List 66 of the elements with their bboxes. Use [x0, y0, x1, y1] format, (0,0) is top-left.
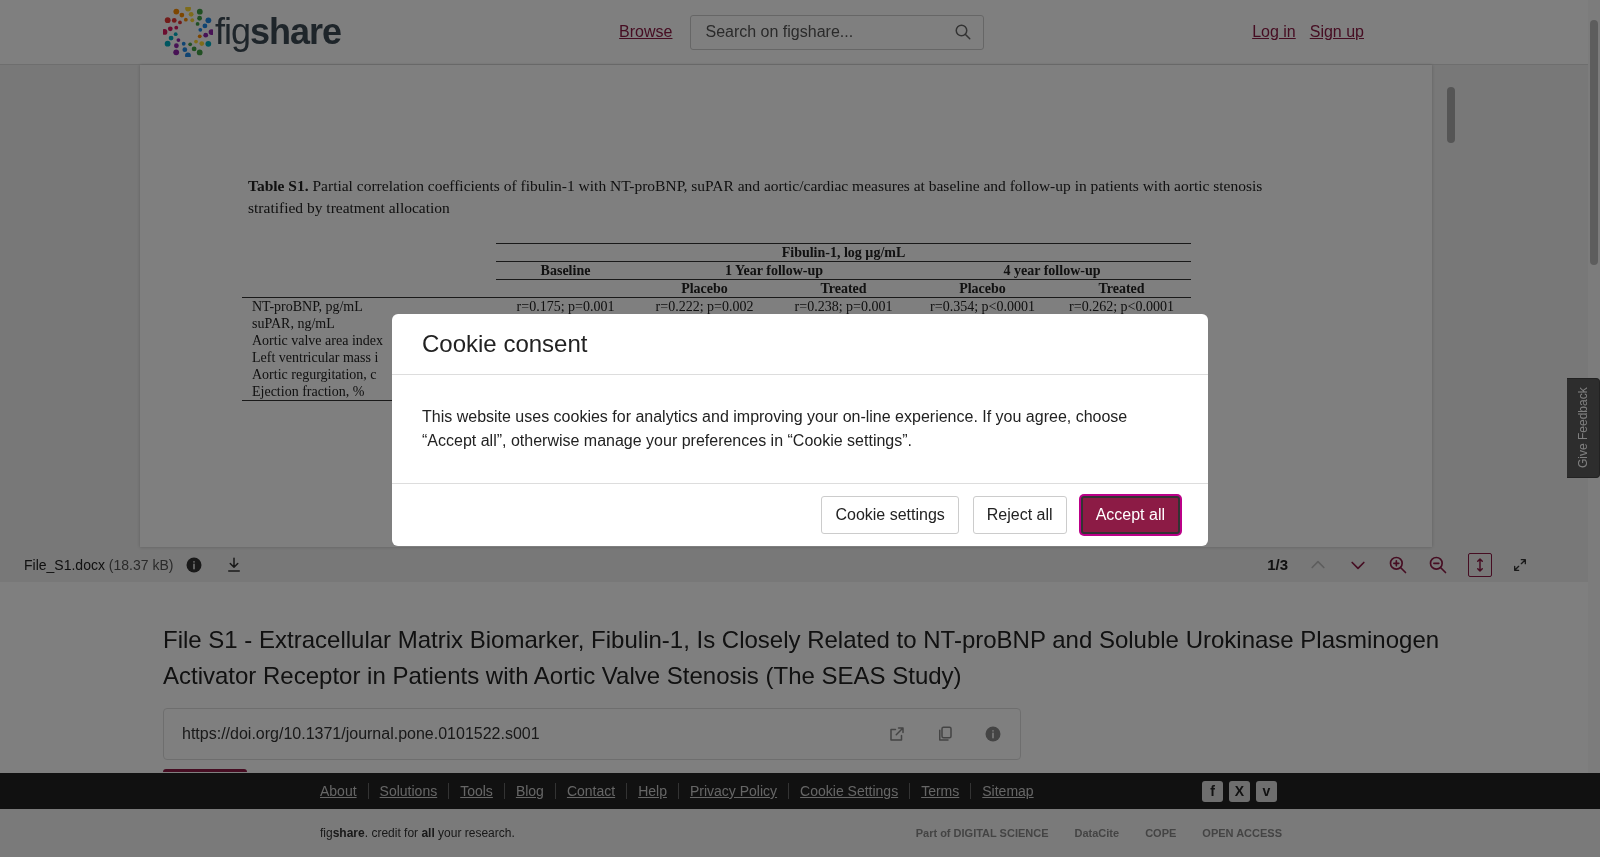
footer-link[interactable]: Blog [515, 783, 544, 799]
footer-link[interactable]: Solutions [379, 783, 438, 799]
table-cell: r=0.175; p=0.001 [496, 297, 635, 315]
footer-tagline: figshare. credit for all your research. [320, 826, 515, 840]
zoom-in-icon [1388, 554, 1408, 575]
view-button[interactable] [1388, 554, 1408, 575]
column-header: Treated [774, 279, 913, 298]
footer-link[interactable]: Privacy Policy [689, 783, 778, 799]
dialog-title: Cookie consent [392, 314, 1208, 375]
social-link[interactable]: v [1256, 780, 1277, 802]
social-link[interactable]: X [1229, 780, 1250, 802]
table-cell: r=0.354; p<0.0001 [913, 297, 1052, 315]
doi-link[interactable]: https://doi.org/10.1371/journal.pone.0101522.s001 [182, 725, 858, 743]
table-cell: r=0.238; p=0.001 [774, 297, 913, 315]
footer-link[interactable]: Help [638, 783, 667, 799]
row-label: suPAR, ng/mL [252, 316, 335, 331]
dialog-button[interactable]: Accept all [1080, 496, 1180, 534]
search-field[interactable]: Search on figshare... [690, 14, 985, 50]
column-header: Treated [1052, 279, 1191, 298]
row-label: Ejection fraction, % [252, 384, 365, 399]
table-cell: r=0.222; p=0.002 [635, 297, 774, 315]
zoom-out-icon [1428, 554, 1448, 575]
copy-icon [936, 725, 954, 743]
social-link[interactable]: f [1202, 780, 1223, 802]
footer-link[interactable]: Tools [460, 783, 493, 799]
column-header: 4 year follow-up [913, 261, 1191, 280]
footer-link[interactable]: Terms [921, 783, 960, 799]
info-button[interactable] [984, 725, 1002, 743]
file-name: File_S1.docx (18.37 kB) [24, 556, 174, 573]
fullscreen-icon [1512, 556, 1528, 573]
view-button[interactable] [1468, 552, 1492, 577]
column-header: Placebo [913, 279, 1052, 298]
item-title: File S1 - Extracellular Matrix Biomarker, Fibulin-1, Is Closely Related to NT-proBNP and Soluble Urokinase Plasminogen Activator Receptor in Patients with Aortic Valve Stenosis (The SEAS Study) [163, 625, 1441, 691]
row-label: Aortic valve area index [252, 333, 383, 348]
info-icon [984, 725, 1002, 743]
dialog-button[interactable]: Reject all [972, 496, 1067, 534]
table-cell: r=0.262; p<0.0001 [1052, 297, 1191, 315]
dialog-button[interactable]: Cookie settings [821, 496, 959, 534]
dialog-message: This website uses cookies for analytics and improving your on-line experience. If you agree, choose “Accept all”, otherwise manage your preferences in “Cookie settings”. [422, 407, 1129, 451]
column-header: Placebo [635, 279, 774, 298]
external-link-icon [888, 725, 906, 743]
info-button[interactable] [185, 555, 204, 574]
copy-button[interactable] [936, 725, 954, 743]
column-group-header: Fibulin-1, log µg/mL [496, 243, 1191, 262]
view-button[interactable] [1512, 556, 1528, 573]
column-header: Baseline [496, 261, 635, 280]
info-icon [185, 555, 204, 574]
table-caption: Table S1. Partial correlation coefficients of fibulin-1 with NT-proBNP, suPAR and aortic/cardiac measures at baseline and follow-up in patients with aortic stenosis stratified by treatment allocation [248, 176, 1264, 218]
auth-link[interactable]: Log in [1252, 23, 1296, 41]
row-label: NT-proBNP, pg/mL [252, 299, 363, 314]
page-indicator: 1/3 [1267, 556, 1288, 573]
footer-link[interactable]: Contact [566, 783, 616, 799]
footer-link[interactable]: About [320, 783, 357, 799]
view-button[interactable] [1428, 554, 1448, 575]
footer-link[interactable]: Cookie Settings [800, 783, 899, 799]
open-link-button[interactable] [888, 725, 906, 743]
logo-text[interactable]: figshare [215, 11, 342, 53]
search-icon [954, 22, 973, 41]
footer-link[interactable]: Sitemap [982, 783, 1034, 799]
feedback-tab[interactable]: Give Feedback [1567, 378, 1600, 478]
browse-link[interactable]: Browse [619, 23, 673, 41]
column-header: 1 Year follow-up [635, 261, 913, 280]
row-label: Aortic regurgitation, c [252, 367, 377, 382]
row-label: Left ventricular mass i [252, 350, 379, 365]
auth-link[interactable]: Sign up [1309, 23, 1364, 41]
logo-icon [163, 7, 213, 57]
